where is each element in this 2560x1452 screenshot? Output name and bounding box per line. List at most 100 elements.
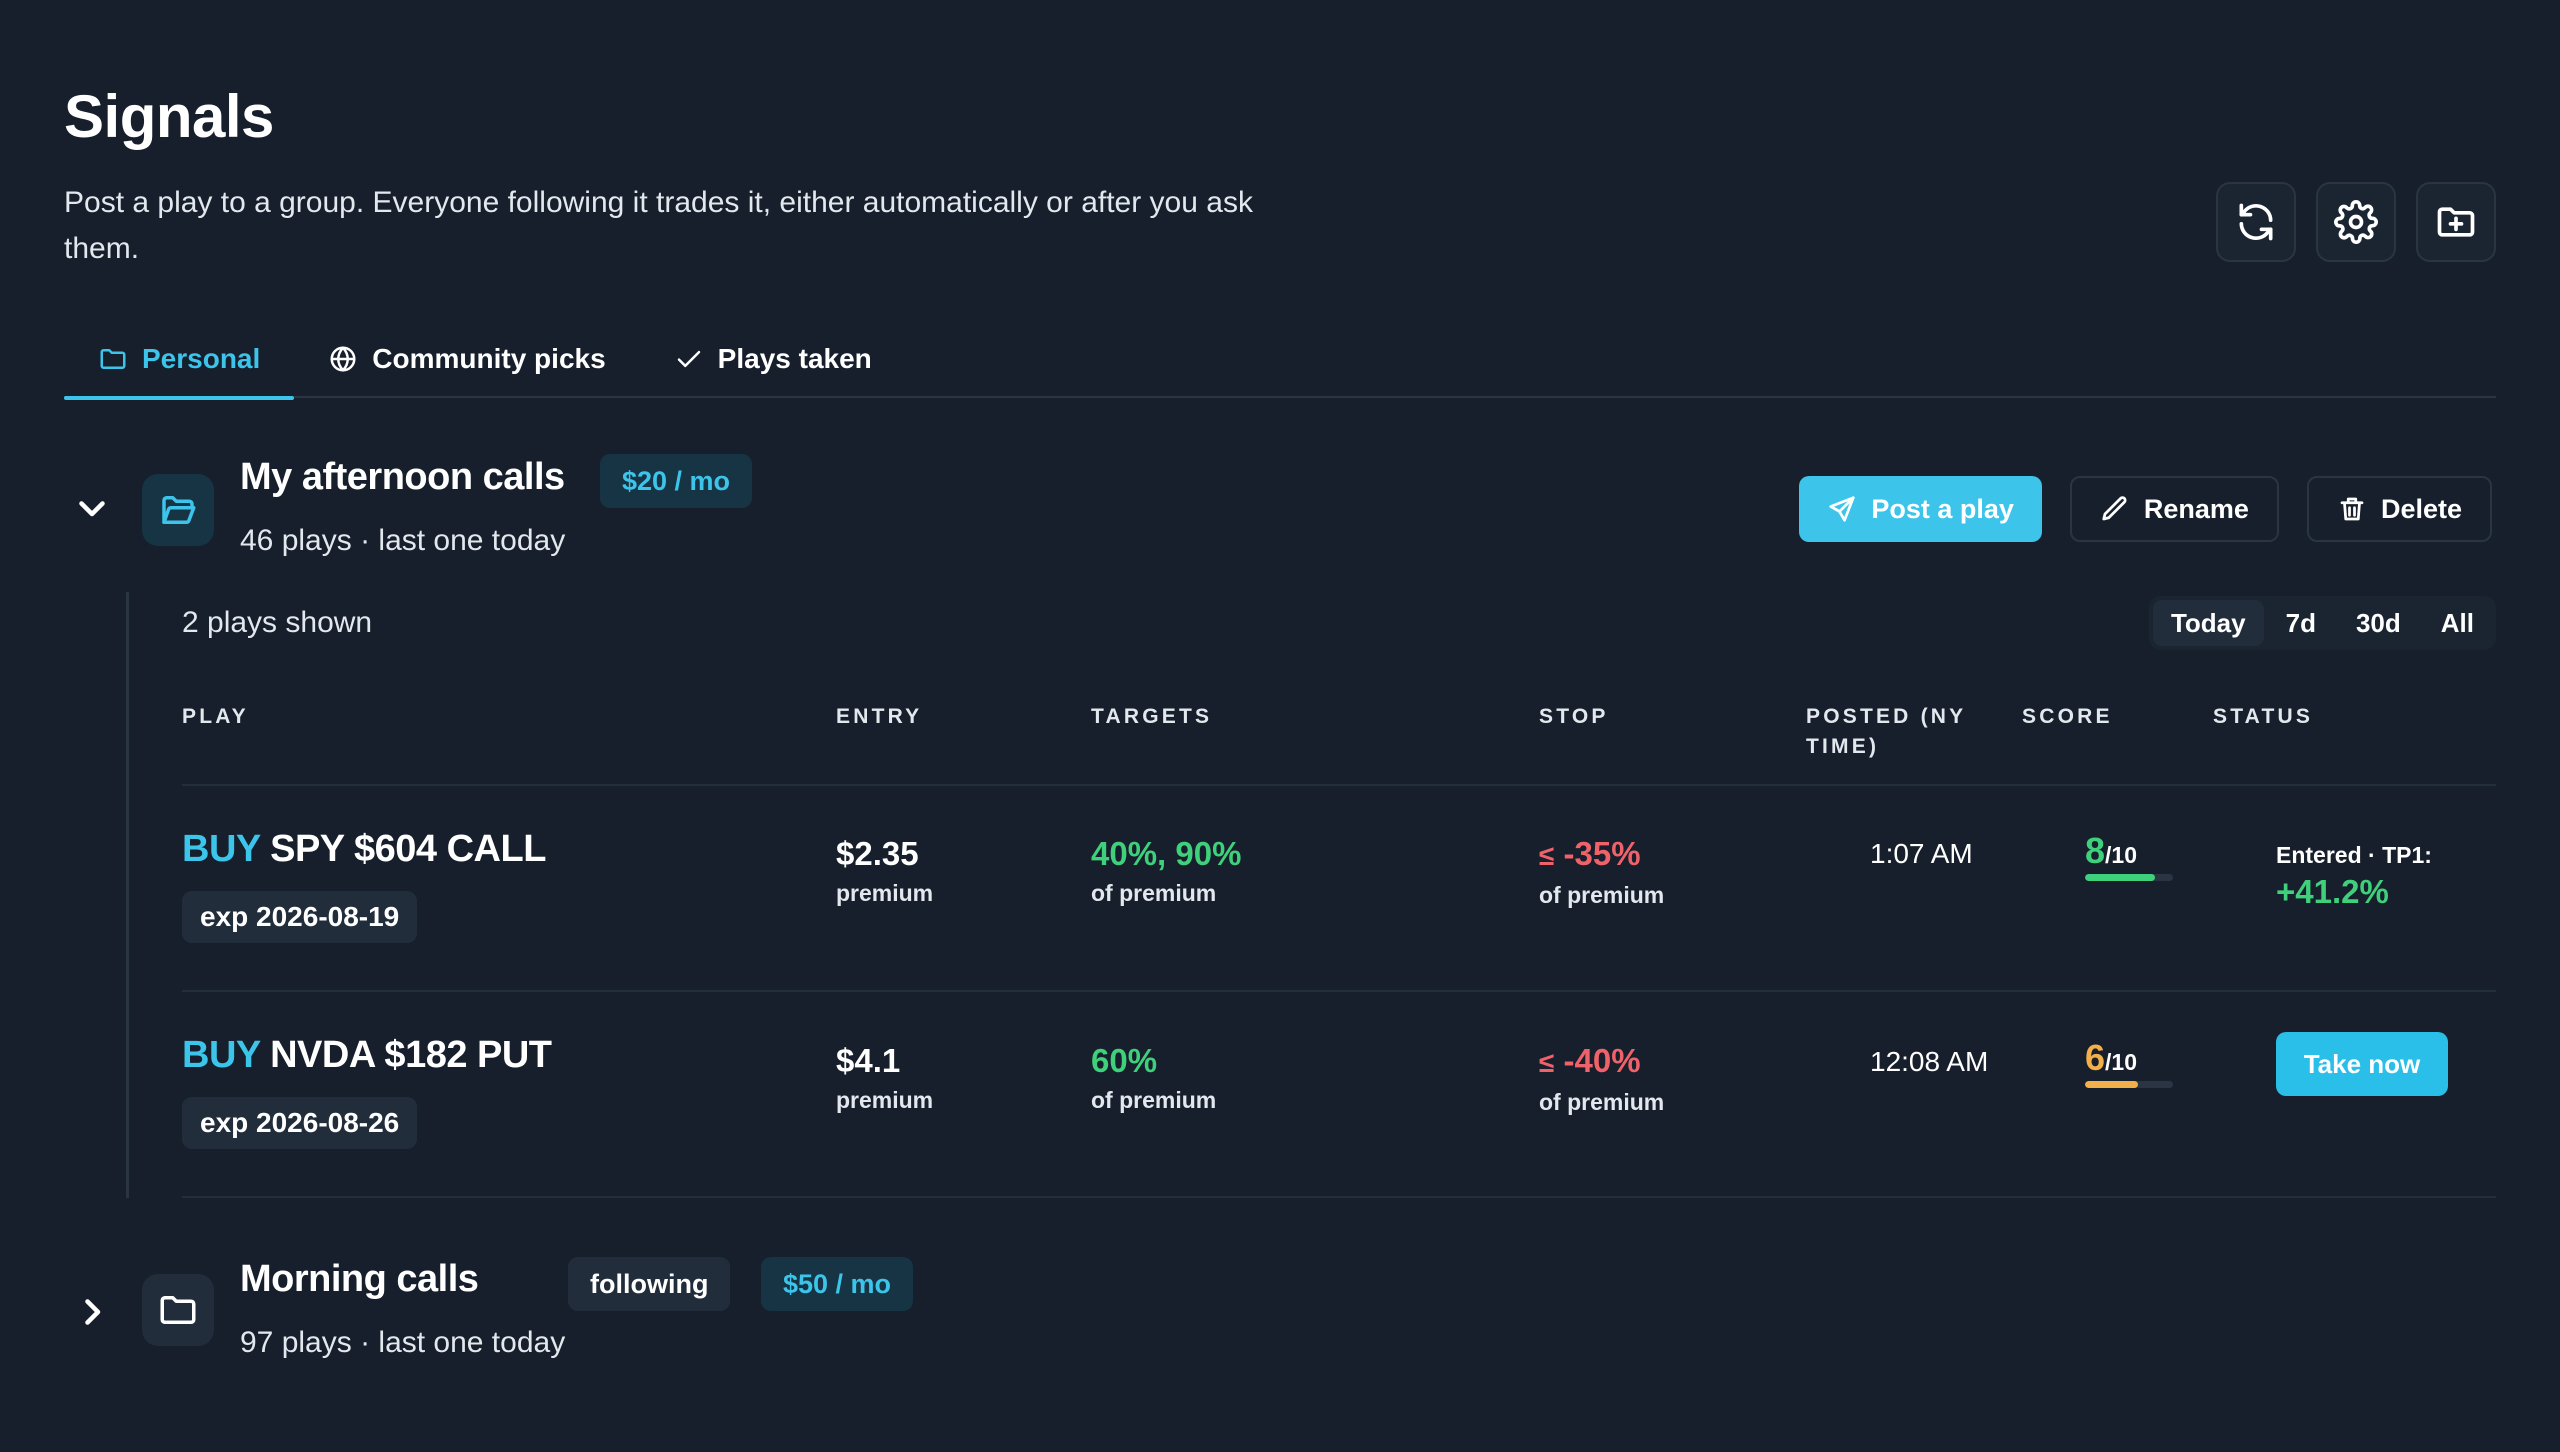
group-actions: Post a play Rename Delete: [1799, 476, 2492, 542]
group-folder: [142, 474, 214, 546]
tab-bar: Personal Community picks Plays taken: [64, 320, 2496, 400]
stop-prefix: ≤: [1539, 1047, 1555, 1078]
play-contract: NVDA $182 PUT: [270, 1034, 552, 1076]
expiry-chip: exp 2026-08-19: [182, 891, 418, 943]
targets-cell: 40%, 90% of premium: [1091, 834, 1241, 907]
targets-value: 60%: [1091, 1042, 1158, 1079]
refresh-icon: [2239, 203, 2273, 241]
signals-page: Signals Post a play to a group. Everyone…: [64, 0, 2496, 1452]
price-badge: $50 / mo: [761, 1257, 914, 1311]
group-name: My afternoon calls: [240, 456, 565, 498]
row-divider: [182, 990, 2496, 992]
score-bar: [2085, 1081, 2173, 1088]
entry-cell: $2.35 premium: [836, 834, 933, 907]
group-meta: 97 plays · last one today: [240, 1326, 566, 1359]
column-header-targets: Targets: [1091, 705, 1213, 728]
tab-personal[interactable]: Personal: [64, 320, 295, 400]
play-contract: SPY $604 CALL: [270, 828, 546, 870]
targets-cell: 60% of premium: [1091, 1041, 1216, 1114]
collapse-toggle[interactable]: [72, 488, 112, 528]
stop-sub: of premium: [1539, 1089, 1665, 1115]
delete-button[interactable]: Delete: [2306, 476, 2492, 542]
posted-time: 1:07 AM: [1870, 838, 1973, 869]
targets-sub: of premium: [1091, 880, 1217, 906]
targets-value: 40%, 90%: [1091, 835, 1242, 872]
entry-value: $2.35: [836, 835, 919, 872]
range-today[interactable]: Today: [2152, 600, 2264, 646]
status-cell: Entered · TP1: +41.2%: [2276, 842, 2432, 911]
score-value: 6/10: [2085, 1037, 2173, 1079]
stop-percent: -40%: [1563, 1042, 1641, 1079]
range-7d[interactable]: 7d: [2268, 600, 2334, 646]
score-bar-fill: [2085, 1081, 2138, 1088]
entry-sub: premium: [836, 1087, 934, 1113]
expand-toggle[interactable]: [72, 1292, 112, 1332]
range-30d[interactable]: 30d: [2338, 600, 2419, 646]
tab-community-picks[interactable]: Community picks: [294, 320, 639, 398]
play-title: BUY NVDA $182 PUT: [182, 1034, 552, 1077]
settings-button[interactable]: [2316, 182, 2396, 262]
expiry-chip: exp 2026-08-26: [182, 1097, 418, 1149]
post-play-label: Post a play: [1871, 493, 2014, 524]
play-side: BUY: [182, 828, 261, 870]
stop-value: ≤ -35%: [1539, 834, 1664, 876]
time-range-selector: Today 7d 30d All: [2148, 596, 2496, 650]
price-badge: $20 / mo: [600, 454, 753, 508]
score-cell: 8/10: [2085, 830, 2173, 881]
tab-label: Plays taken: [717, 343, 872, 374]
post-play-button[interactable]: Post a play: [1799, 476, 2042, 542]
stop-cell: ≤ -40% of premium: [1539, 1041, 1664, 1116]
rename-button[interactable]: Rename: [2069, 476, 2279, 542]
chevron-down-icon: [79, 501, 105, 517]
send-icon: [1829, 496, 1855, 522]
score-bar-fill: [2085, 874, 2156, 881]
score-value: 8/10: [2085, 830, 2173, 872]
score-denominator: /10: [2105, 1049, 2138, 1075]
entry-sub: premium: [836, 880, 934, 906]
score-number: 8: [2085, 830, 2106, 871]
stop-value: ≤ -40%: [1539, 1041, 1664, 1083]
targets-sub: of premium: [1091, 1087, 1217, 1113]
page-title: Signals: [64, 83, 274, 150]
group-meta: 46 plays · last one today: [240, 524, 566, 557]
folder-icon: [100, 349, 126, 369]
score-denominator: /10: [2105, 842, 2138, 868]
panel-rail: [126, 592, 129, 1198]
new-group-button[interactable]: [2416, 182, 2496, 262]
group-folder: [142, 1274, 214, 1346]
check-icon: [677, 350, 700, 368]
column-header-posted: Posted (NY time): [1806, 705, 1966, 758]
stop-percent: -35%: [1563, 835, 1641, 872]
folder-open-icon: [162, 496, 196, 524]
entry-value: $4.1: [836, 1042, 901, 1079]
score-number: 6: [2085, 1037, 2106, 1078]
column-header-entry: Entry: [836, 705, 923, 728]
stop-cell: ≤ -35% of premium: [1539, 834, 1664, 909]
table-divider: [182, 784, 2496, 786]
tab-plays-taken[interactable]: Plays taken: [640, 320, 906, 398]
chevron-right-icon: [85, 1299, 101, 1325]
refresh-button[interactable]: [2216, 182, 2296, 262]
column-header-score: Score: [2022, 705, 2113, 728]
row-divider: [182, 1196, 2496, 1198]
folder-icon: [160, 1296, 196, 1324]
globe-icon: [330, 346, 356, 372]
tab-label: Community picks: [372, 343, 606, 374]
rename-label: Rename: [2143, 493, 2249, 524]
range-all[interactable]: All: [2423, 600, 2492, 646]
score-cell: 6/10: [2085, 1037, 2173, 1088]
stop-sub: of premium: [1539, 882, 1665, 908]
status-cell: Take now: [2276, 1032, 2448, 1096]
tab-label: Personal: [142, 343, 261, 374]
take-now-button[interactable]: Take now: [2276, 1032, 2448, 1096]
score-bar: [2085, 874, 2173, 881]
play-cell: BUY NVDA $182 PUT exp 2026-08-26: [182, 1034, 552, 1149]
column-header-status: Status: [2213, 705, 2314, 728]
play-side: BUY: [182, 1034, 261, 1076]
trash-icon: [2340, 497, 2364, 521]
play-title: BUY SPY $604 CALL: [182, 828, 546, 871]
delete-label: Delete: [2380, 493, 2462, 524]
plays-count: 2 plays shown: [182, 606, 373, 639]
status-value: +41.2%: [2276, 873, 2389, 910]
column-header-play: Play: [182, 705, 249, 728]
